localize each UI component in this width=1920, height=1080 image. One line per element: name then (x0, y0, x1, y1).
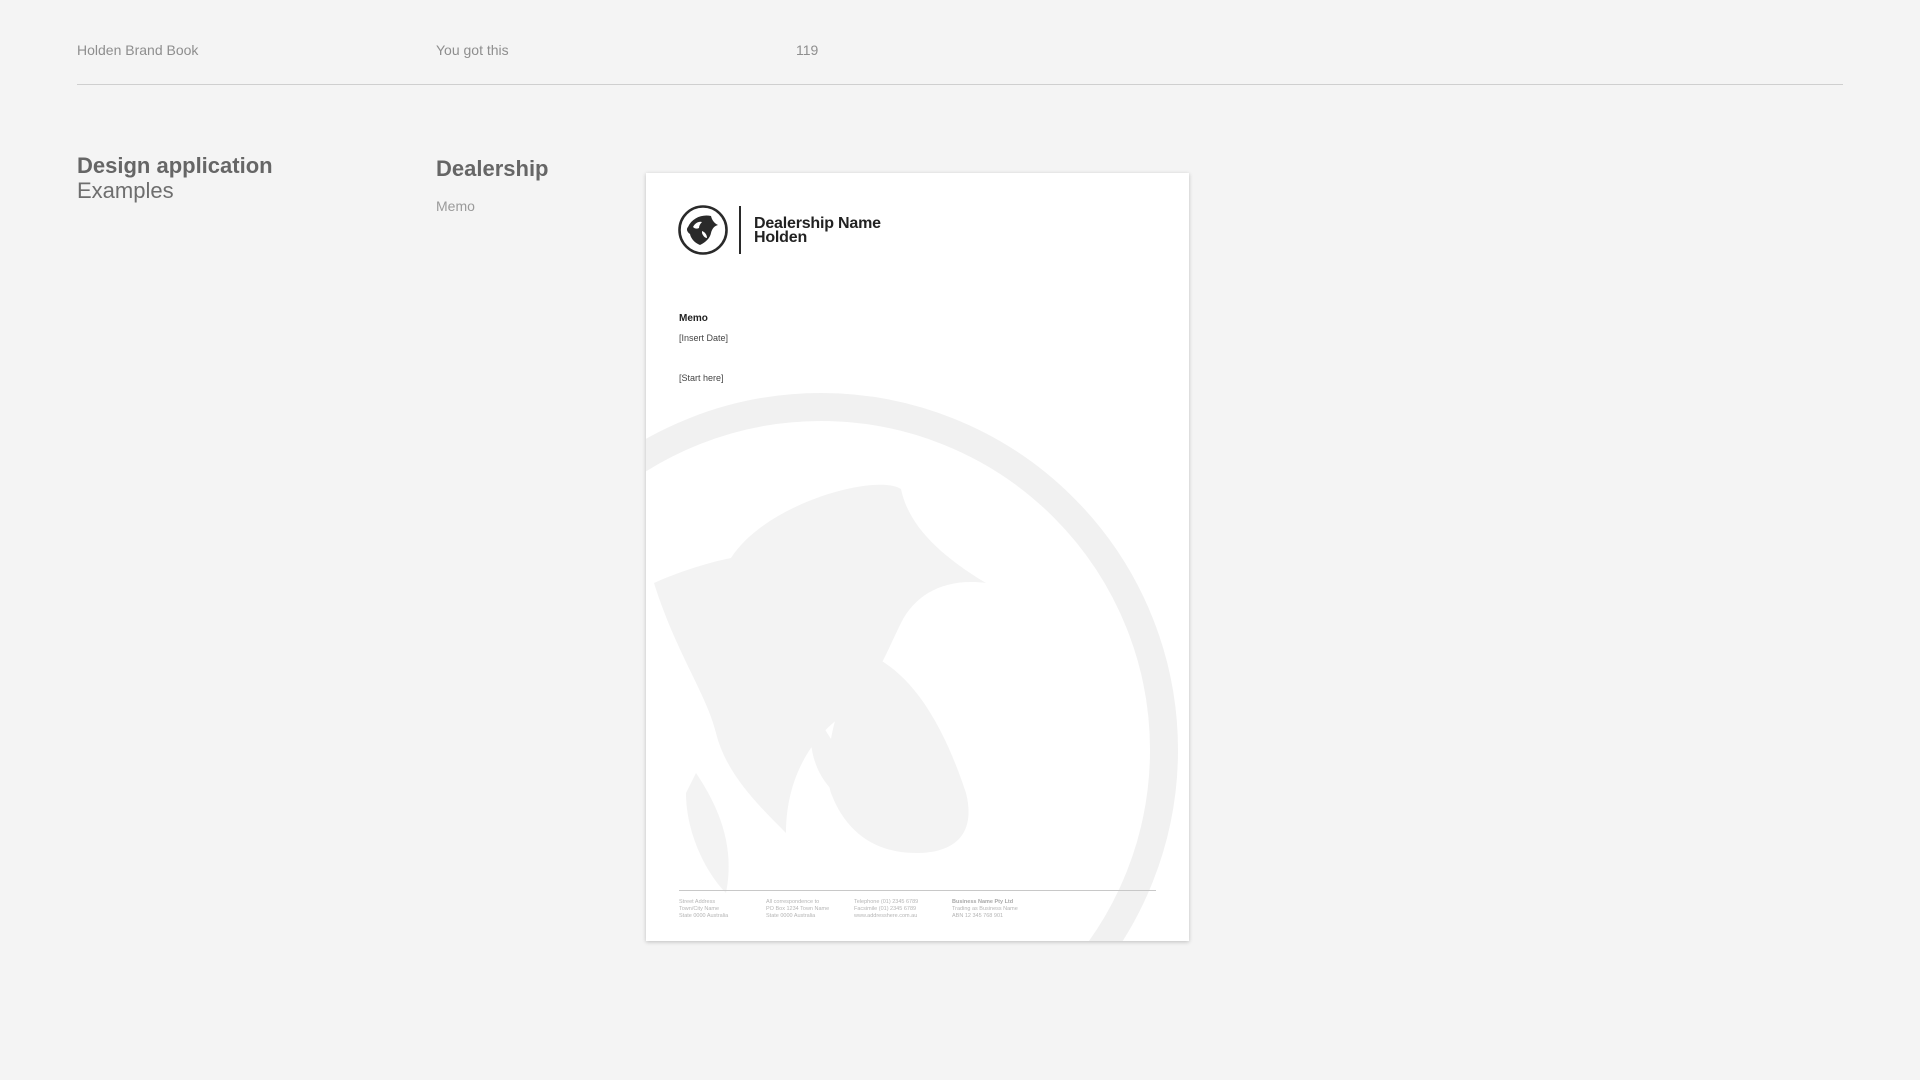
memo-heading: Memo (679, 313, 708, 324)
footer-line: State 0000 Australia (766, 913, 816, 919)
footer-line: PO Box 1234 Town Name (766, 906, 830, 912)
header-divider (77, 84, 1843, 85)
holden-lion-watermark-icon (646, 393, 1178, 941)
memo-date-placeholder: [Insert Date] (679, 333, 729, 343)
header-brand: Holden Brand Book (77, 42, 199, 58)
dealership-brand: Holden (754, 229, 808, 246)
footer-line: Business Name Pty Ltd (952, 899, 1014, 905)
footer-line: ABN 12 345 768 901 (952, 913, 1004, 919)
footer-line: Street Address (679, 899, 716, 905)
footer-line: Town/City Name (679, 906, 720, 912)
footer-street-address: Street Address Town/City Name State 0000… (679, 899, 728, 920)
memo-start-placeholder: [Start here] (679, 373, 724, 383)
logo-divider (739, 206, 741, 254)
category-title: Dealership (436, 156, 549, 181)
category-subtitle: Memo (436, 198, 475, 214)
footer-postal-address: All correspondence to PO Box 1234 Town N… (766, 899, 829, 920)
footer-line: www.addresshere.com.au (854, 913, 918, 919)
footer-line: Telephone (01) 2345 6789 (854, 899, 919, 905)
footer-divider (679, 890, 1156, 891)
footer-line: All correspondence to (766, 899, 820, 905)
section-title: Design application (77, 153, 273, 178)
footer-line: Trading as Business Name (952, 906, 1018, 912)
footer-business: Business Name Pty Ltd Trading as Busines… (952, 899, 1018, 920)
header-page-number: 119 (796, 42, 819, 58)
header-tagline: You got this (436, 42, 509, 58)
footer-line: Facsimile (01) 2345 6789 (854, 906, 917, 912)
holden-lion-icon (678, 205, 728, 255)
brand-book-page: Holden Brand Book You got this 119 Desig… (0, 0, 1920, 1080)
memo-sheet: Dealership Name Holden Memo [Insert Date… (646, 173, 1189, 941)
footer-contact: Telephone (01) 2345 6789 Facsimile (01) … (854, 899, 918, 920)
section-subtitle: Examples (77, 178, 174, 203)
footer-line: State 0000 Australia (679, 913, 729, 919)
